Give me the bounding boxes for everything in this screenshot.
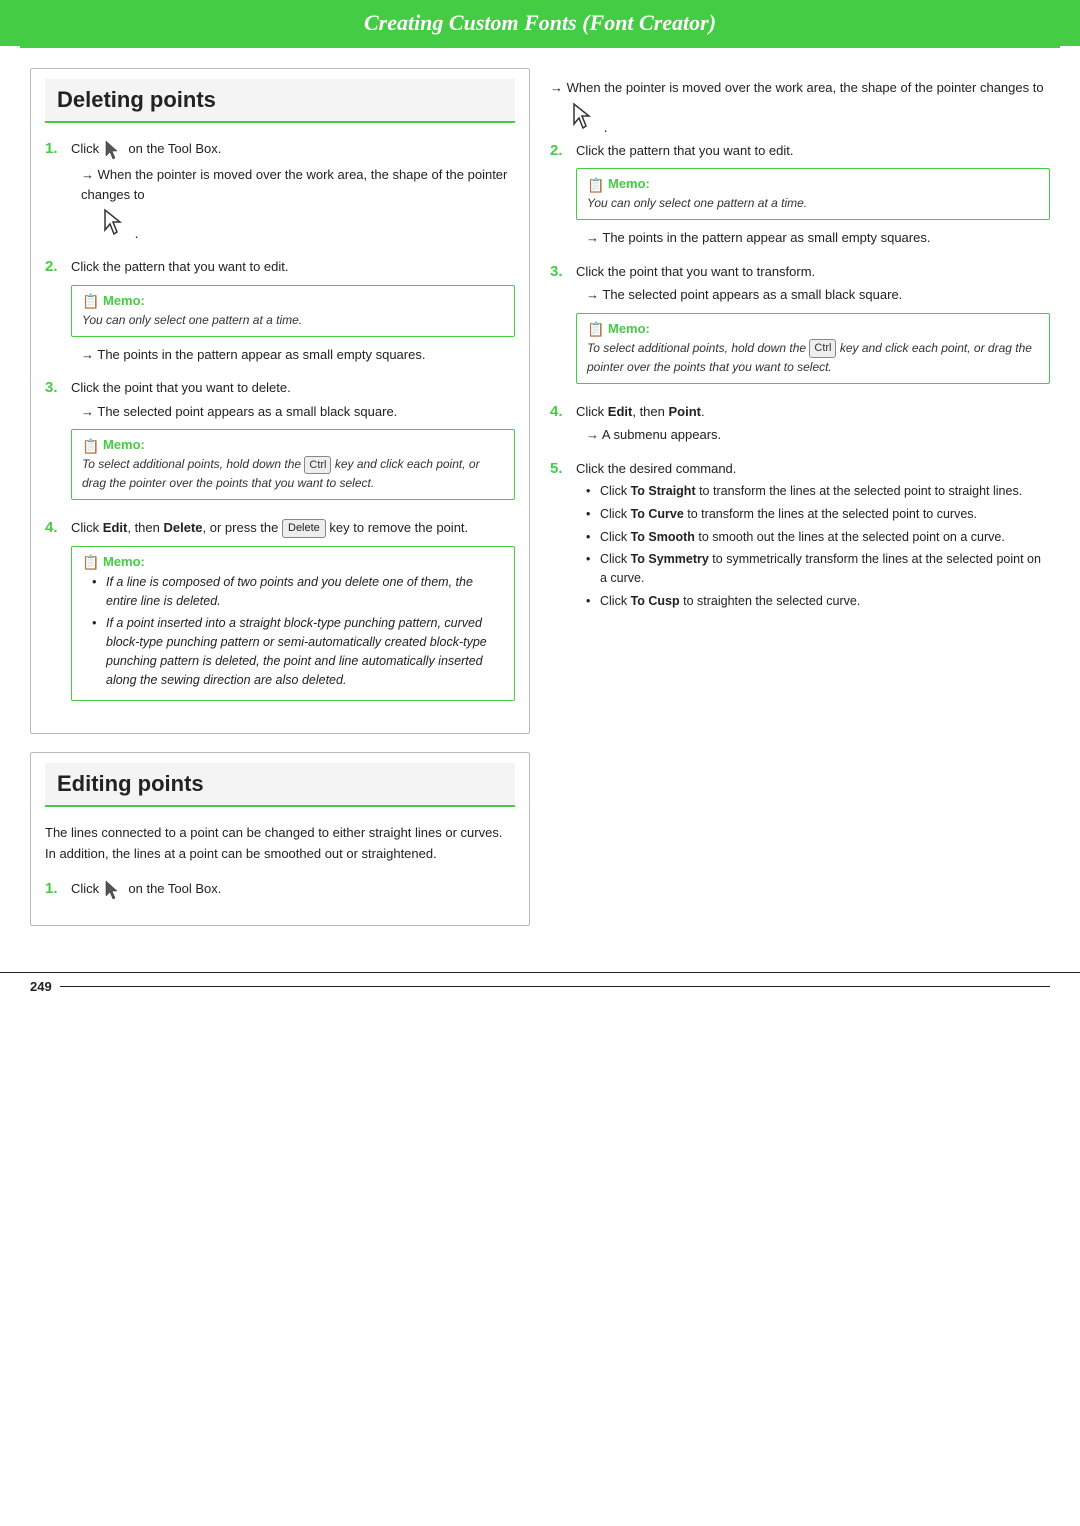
right-edit-bold: Edit (608, 404, 633, 419)
right-step-2-memo-title: 📋 Memo: (587, 176, 1039, 191)
delete-bold: Delete (163, 520, 202, 535)
deleting-points-title: Deleting points (45, 79, 515, 123)
step-2-num: 2. (45, 258, 65, 275)
step-3-arrow: The selected point appears as a small bl… (81, 402, 515, 422)
right-step-4-content: Click Edit, then Point. A submenu appear… (576, 402, 1050, 449)
step-3: 3. Click the point that you want to dele… (45, 378, 515, 508)
right-step-3-num: 3. (550, 263, 570, 280)
pointer-change-icon-1 (101, 208, 131, 238)
step-1-num: 1. (45, 140, 65, 157)
step-4-text: Click Edit, then Delete, or press the De… (71, 520, 468, 535)
right-step-3: 3. Click the point that you want to tran… (550, 262, 1050, 392)
edit-step-1-num: 1. (45, 880, 65, 897)
bullet-to-straight: Click To Straight to transform the lines… (586, 482, 1050, 501)
step-4-num: 4. (45, 519, 65, 536)
right-step-2: 2. Click the pattern that you want to ed… (550, 141, 1050, 252)
right-step-5-num: 5. (550, 460, 570, 477)
page-title: Creating Custom Fonts (Font Creator) (40, 10, 1040, 36)
step-4-memo-body: If a line is composed of two points and … (82, 573, 504, 690)
step-4-content: Click Edit, then Delete, or press the De… (71, 518, 515, 709)
step-2-arrow: The points in the pattern appear as smal… (81, 345, 515, 365)
step-4-memo-bullets: If a line is composed of two points and … (92, 573, 504, 690)
right-arrow-1: When the pointer is moved over the work … (550, 78, 1050, 98)
step-2-memo-title: 📋 Memo: (82, 293, 504, 308)
edit-bold: Edit (103, 520, 128, 535)
step-2-content: Click the pattern that you want to edit.… (71, 257, 515, 368)
step-3-text: Click the point that you want to delete. (71, 380, 291, 395)
page-footer: 249 (0, 972, 1080, 1000)
step-1-text: Click on the Tool Box. (71, 141, 221, 156)
step-2-memo-body: You can only select one pattern at a tim… (82, 311, 504, 329)
right-step-4: 4. Click Edit, then Point. A submenu app… (550, 402, 1050, 449)
step-3-memo-title: 📋 Memo: (82, 437, 504, 452)
right-step-2-num: 2. (550, 142, 570, 159)
bullet-to-symmetry: Click To Symmetry to symmetrically trans… (586, 550, 1050, 588)
bullet-to-smooth: Click To Smooth to smooth out the lines … (586, 528, 1050, 547)
footer-rule (60, 986, 1050, 987)
editing-points-section: Editing points The lines connected to a … (30, 752, 530, 926)
bullet-to-curve: Click To Curve to transform the lines at… (586, 505, 1050, 524)
toolbox-pointer-icon-1 (103, 139, 125, 161)
right-step-2-text: Click the pattern that you want to edit. (576, 143, 794, 158)
toolbox-pointer-icon-edit (103, 879, 125, 901)
pointer-change-icon-right (570, 102, 600, 132)
right-column: When the pointer is moved over the work … (550, 68, 1050, 944)
right-step-5-content: Click the desired command. Click To Stra… (576, 459, 1050, 615)
step-1-arrow: When the pointer is moved over the work … (81, 165, 515, 204)
right-step-3-text: Click the point that you want to transfo… (576, 264, 815, 279)
memo-icon-4: 📋 (82, 554, 98, 568)
right-step-3-memo: 📋 Memo: To select additional points, hol… (576, 313, 1050, 384)
step-3-memo-body: To select additional points, hold down t… (82, 455, 504, 492)
right-step-4-arrow: A submenu appears. (586, 425, 1050, 445)
right-step-5: 5. Click the desired command. Click To S… (550, 459, 1050, 615)
header-bar: Creating Custom Fonts (Font Creator) (0, 0, 1080, 46)
bullet-2: If a point inserted into a straight bloc… (92, 614, 504, 689)
ctrl-badge-r3: Ctrl (809, 339, 836, 358)
step-3-num: 3. (45, 379, 65, 396)
step-4: 4. Click Edit, then Delete, or press the… (45, 518, 515, 709)
right-step-2-content: Click the pattern that you want to edit.… (576, 141, 1050, 252)
right-step-4-num: 4. (550, 403, 570, 420)
step-1: 1. Click on the Tool Box. When the point… (45, 139, 515, 247)
right-step-4-text: Click Edit, then Point. (576, 404, 705, 419)
memo-icon-2: 📋 (82, 293, 98, 307)
editing-points-title: Editing points (45, 763, 515, 807)
right-step-5-bullets: Click To Straight to transform the lines… (586, 482, 1050, 611)
step-2-text: Click the pattern that you want to edit. (71, 259, 289, 274)
ctrl-badge-3: Ctrl (304, 456, 331, 475)
right-step-2-arrow: The points in the pattern appear as smal… (586, 228, 1050, 248)
right-step-3-content: Click the point that you want to transfo… (576, 262, 1050, 392)
edit-step-1-content: Click on the Tool Box. (71, 879, 515, 901)
bullet-to-cusp: Click To Cusp to straighten the selected… (586, 592, 1050, 611)
right-step-2-memo: 📋 Memo: You can only select one pattern … (576, 168, 1050, 220)
step-4-memo-title: 📋 Memo: (82, 554, 504, 569)
step-2-memo: 📋 Memo: You can only select one pattern … (71, 285, 515, 337)
edit-step-1-text: Click on the Tool Box. (71, 881, 221, 896)
right-step-3-memo-body: To select additional points, hold down t… (587, 339, 1039, 376)
delete-badge: Delete (282, 519, 326, 538)
editing-intro: The lines connected to a point can be ch… (45, 823, 515, 865)
right-step-5-text: Click the desired command. (576, 461, 736, 476)
edit-step-1: 1. Click on the Tool Box. (45, 879, 515, 901)
step-3-memo: 📋 Memo: To select additional points, hol… (71, 429, 515, 500)
memo-icon-3: 📋 (82, 438, 98, 452)
step-4-memo: 📋 Memo: If a line is composed of two poi… (71, 546, 515, 702)
step-1-content: Click on the Tool Box. When the pointer … (71, 139, 515, 247)
right-step-3-memo-title: 📋 Memo: (587, 321, 1039, 336)
memo-icon-r2: 📋 (587, 177, 603, 191)
step-3-content: Click the point that you want to delete.… (71, 378, 515, 508)
left-column: Deleting points 1. Click on the Tool Box… (30, 68, 530, 944)
right-step-2-memo-body: You can only select one pattern at a tim… (587, 194, 1039, 212)
right-step-3-arrow: The selected point appears as a small bl… (586, 285, 1050, 305)
bullet-1: If a line is composed of two points and … (92, 573, 504, 611)
deleting-points-section: Deleting points 1. Click on the Tool Box… (30, 68, 530, 734)
memo-icon-r3: 📋 (587, 321, 603, 335)
page-number: 249 (30, 979, 52, 994)
step-2: 2. Click the pattern that you want to ed… (45, 257, 515, 368)
right-point-bold: Point (668, 404, 701, 419)
